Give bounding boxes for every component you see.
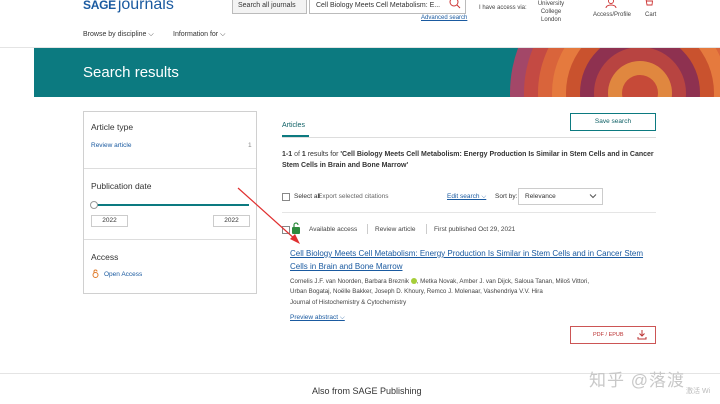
chevron-down-icon (589, 194, 597, 199)
chevron-down-icon: ⌵ (479, 193, 487, 200)
results-divider (282, 212, 656, 213)
download-icon (637, 330, 647, 340)
save-search-button[interactable]: Save search (570, 113, 656, 131)
authors-part-3[interactable]: Urban Bogataj, Noëlle Bakker, Joseph D. … (290, 288, 543, 295)
nav-browse-label: Browse by discipline (83, 31, 147, 38)
cart-icon[interactable] (643, 0, 653, 8)
cart-label[interactable]: Cart (645, 12, 656, 18)
advanced-search-link[interactable]: Advanced search (421, 15, 467, 21)
filter-count: 1 (248, 142, 252, 149)
filter-review-article[interactable]: Review article (91, 142, 131, 149)
institution-name[interactable]: University College London (530, 0, 572, 24)
page-title: Search results (83, 64, 179, 81)
chevron-down-icon: ⌵ (338, 314, 345, 321)
results-of: of (292, 151, 302, 158)
sage-journals-logo[interactable]: SAGE journals (83, 0, 174, 14)
article-type-heading: Article type (91, 122, 134, 132)
slider-handle[interactable] (90, 201, 98, 209)
sidebar-divider (84, 168, 256, 169)
search-results-banner: Search results (34, 48, 720, 97)
article-authors: Cornelis J.F. van Noorden, Barbara Brezn… (290, 277, 650, 297)
preview-abstract-label: Preview abstract (290, 314, 339, 321)
journal-name[interactable]: Journal of Histochemistry & Cytochemistr… (290, 299, 406, 306)
logo-sage: SAGE (83, 0, 116, 12)
search-input[interactable]: Cell Biology Meets Cell Metabolism: E... (309, 0, 466, 14)
preview-abstract-link[interactable]: Preview abstract ⌵ (290, 314, 345, 322)
edit-search-label: Edit search (447, 193, 480, 200)
tabs-divider (282, 137, 656, 138)
access-heading: Access (91, 252, 119, 262)
meta-separator (367, 224, 368, 234)
available-access-label: Available access (309, 226, 358, 233)
activate-windows-watermark: 激活 Wi (686, 388, 711, 395)
nav-browse-by-discipline[interactable]: Browse by discipline ⌵ (83, 31, 154, 39)
results-range: 1-1 (282, 151, 293, 158)
nav-info-label: Information for (173, 31, 219, 38)
chevron-down-icon: ⌵ (218, 31, 226, 38)
results-summary: 1-1 of 1 results for 'Cell Biology Meets… (282, 149, 658, 171)
footer-heading: Also from SAGE Publishing (312, 386, 422, 396)
zhihu-watermark: 知乎 @落渡 (589, 371, 685, 390)
banner-decoration (510, 48, 720, 97)
logo-journals: journals (117, 0, 174, 13)
authors-part-1[interactable]: Cornelis J.F. van Noorden, Barbara Brezn… (290, 278, 409, 285)
meta-separator (426, 224, 427, 234)
export-citations-link[interactable]: Export selected citations (318, 193, 388, 200)
date-range-slider[interactable] (94, 204, 249, 206)
published-date: First published Oct 29, 2021 (434, 226, 516, 233)
chevron-down-icon: ⌵ (146, 31, 154, 38)
results-prefix: results for (305, 151, 341, 158)
user-icon[interactable] (605, 0, 617, 8)
article-type-label: Review article (375, 226, 416, 233)
open-access-icon (92, 269, 99, 278)
article-title-link[interactable]: Cell Biology Meets Cell Metabolism: Ener… (290, 247, 660, 273)
access-via-label: I have access via: (479, 5, 527, 11)
annotation-arrow (237, 187, 300, 244)
search-scope-select[interactable]: Search all journals (232, 0, 307, 14)
publication-date-heading: Publication date (91, 181, 152, 191)
edit-search-link[interactable]: Edit search ⌵ (447, 193, 486, 201)
year-from-input[interactable]: 2022 (91, 215, 128, 227)
filter-open-access[interactable]: Open Access (104, 271, 142, 278)
access-profile-label[interactable]: Access/Profile (593, 12, 631, 18)
sort-by-label: Sort by: (495, 193, 518, 200)
tab-articles[interactable]: Articles (282, 122, 305, 129)
nav-information-for[interactable]: Information for ⌵ (173, 31, 225, 39)
search-icon[interactable] (449, 0, 461, 9)
authors-part-2[interactable]: , Metka Novak, Amber J. van Dijck, Salou… (417, 278, 589, 285)
